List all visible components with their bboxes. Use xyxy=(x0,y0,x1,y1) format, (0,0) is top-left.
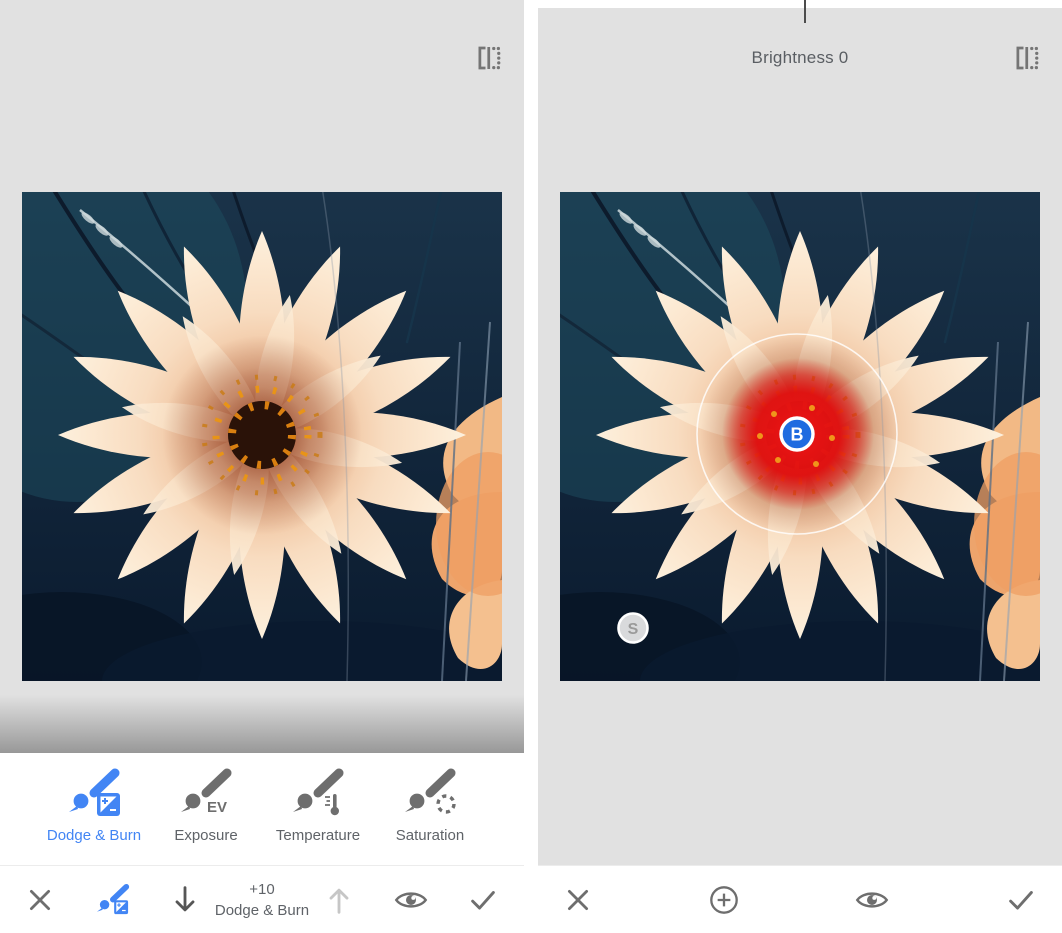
brush-tools-panel: Dodge & Burn EV Exposure xyxy=(0,753,524,865)
cancel-button[interactable] xyxy=(26,886,54,914)
flower-photo xyxy=(22,192,502,681)
decrease-strength-button[interactable] xyxy=(170,884,200,916)
check-icon xyxy=(468,886,498,914)
check-icon xyxy=(1006,886,1036,914)
tool-dodge-burn[interactable]: Dodge & Burn xyxy=(38,767,150,844)
bottom-toolbar-left: +10 Dodge & Burn xyxy=(0,865,524,933)
unselected-point-letter: S xyxy=(628,621,639,638)
strength-tool-name: Dodge & Burn xyxy=(210,900,314,921)
editor-panel-left: Dodge & Burn EV Exposure xyxy=(0,0,524,933)
exposure-brush-icon: EV xyxy=(177,767,235,823)
ev-badge-label: EV xyxy=(207,799,227,816)
show-mask-button[interactable] xyxy=(394,887,428,913)
saturation-brush-icon xyxy=(401,767,459,823)
compare-icon xyxy=(1011,43,1041,73)
tool-label: Saturation xyxy=(396,827,464,844)
tool-label: Dodge & Burn xyxy=(47,827,141,844)
strength-control: +10 Dodge & Burn xyxy=(170,879,354,921)
compare-button[interactable] xyxy=(472,42,504,74)
add-circle-icon xyxy=(709,885,739,915)
eye-icon xyxy=(855,887,889,913)
photo-canvas[interactable] xyxy=(22,192,502,681)
apply-button[interactable] xyxy=(1006,886,1036,914)
photo-canvas[interactable]: B S xyxy=(560,192,1040,681)
canvas-background: Brightness 0 xyxy=(538,8,1062,865)
bottom-toolbar-right xyxy=(538,865,1062,933)
dodge-burn-brush-icon xyxy=(65,767,123,823)
flower-photo-selective: B S xyxy=(560,192,1040,681)
strength-value: +10 xyxy=(210,879,314,900)
selected-point-letter: B xyxy=(791,424,804,444)
selective-point-brightness[interactable]: B xyxy=(781,418,813,450)
arrow-up-icon xyxy=(324,884,354,916)
dodge-burn-brush-icon xyxy=(94,883,130,917)
tool-temperature[interactable]: Temperature xyxy=(262,767,374,844)
close-icon xyxy=(26,886,54,914)
brush-strength-readout: +10 Dodge & Burn xyxy=(210,879,314,921)
increase-strength-button[interactable] xyxy=(324,884,354,916)
tool-label: Exposure xyxy=(174,827,237,844)
show-mask-button[interactable] xyxy=(855,887,889,913)
compare-icon xyxy=(473,43,503,73)
slider-position-tick xyxy=(804,0,806,23)
adjustment-readout: Brightness 0 xyxy=(538,48,1062,68)
add-point-button[interactable] xyxy=(709,885,739,915)
active-brush-button[interactable] xyxy=(94,883,130,917)
tool-exposure[interactable]: EV Exposure xyxy=(150,767,262,844)
eye-icon xyxy=(394,887,428,913)
temperature-brush-icon xyxy=(289,767,347,823)
compare-button[interactable] xyxy=(1010,42,1042,74)
apply-button[interactable] xyxy=(468,886,498,914)
cancel-button[interactable] xyxy=(564,886,592,914)
canvas-background xyxy=(0,0,524,753)
editor-panel-right: Brightness 0 xyxy=(538,0,1062,933)
arrow-down-icon xyxy=(170,884,200,916)
panel-shadow xyxy=(0,695,524,753)
selective-point-saturation[interactable]: S xyxy=(619,614,648,643)
close-icon xyxy=(564,886,592,914)
tool-label: Temperature xyxy=(276,827,360,844)
tool-saturation[interactable]: Saturation xyxy=(374,767,486,844)
